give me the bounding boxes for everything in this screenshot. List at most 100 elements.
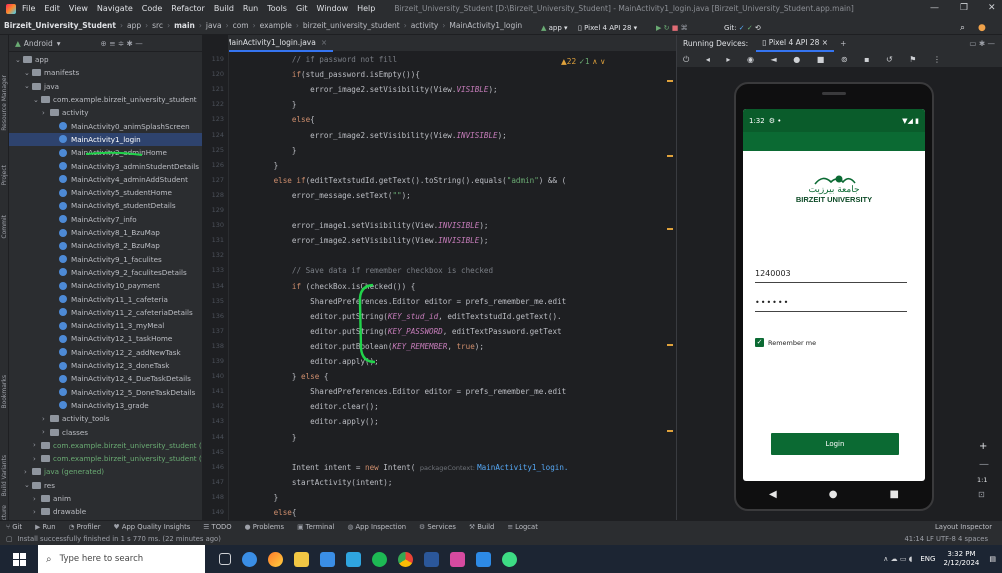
zoom-in-icon[interactable]: + bbox=[979, 441, 987, 452]
clock[interactable]: 3:32 PM 2/12/2024 bbox=[943, 550, 979, 568]
tool-window-services[interactable]: ⚙ Services bbox=[419, 523, 456, 531]
menu-item-window[interactable]: Window bbox=[317, 4, 349, 13]
folder-item[interactable]: › anim bbox=[9, 492, 202, 505]
class-file-item[interactable]: MainActivity11_1_cafeteria bbox=[9, 292, 202, 305]
class-file-item[interactable]: MainActivity11_3_myMeal bbox=[9, 319, 202, 332]
vscode-icon[interactable] bbox=[476, 551, 491, 567]
firefox-icon[interactable] bbox=[268, 551, 283, 567]
code-line[interactable]: if (checkBox.isChecked()) { bbox=[237, 282, 415, 291]
class-file-item[interactable]: MainActivity12_5_DoneTaskDetails bbox=[9, 386, 202, 399]
spotify-icon[interactable] bbox=[372, 551, 387, 567]
code-line[interactable]: editor.apply(); bbox=[237, 417, 379, 426]
tool-window-app-inspection[interactable]: ◍ App Inspection bbox=[347, 523, 406, 531]
folder-item[interactable]: › activity bbox=[9, 106, 202, 119]
menu-item-edit[interactable]: Edit bbox=[44, 4, 60, 13]
tool-window-app-quality-insights[interactable]: ♥ App Quality Insights bbox=[114, 523, 191, 531]
task-view-icon[interactable] bbox=[219, 553, 231, 565]
search-icon[interactable]: ⌕ bbox=[960, 21, 965, 34]
remember-me-checkbox[interactable]: ✓ Remember me bbox=[755, 338, 816, 347]
folder-item[interactable]: › com.example.birzeit_university_student … bbox=[9, 439, 202, 452]
layout-inspector[interactable]: Layout Inspector bbox=[935, 523, 992, 531]
windows-start-icon[interactable] bbox=[0, 545, 38, 573]
class-file-item[interactable]: MainActivity0_animSplashScreen bbox=[9, 120, 202, 133]
code-line[interactable]: } else { bbox=[237, 372, 329, 381]
inspection-widget[interactable]: ▲22 ✓1 ∧ ∨ bbox=[561, 57, 606, 66]
menu-item-build[interactable]: Build bbox=[214, 4, 234, 13]
menu-item-tools[interactable]: Tools bbox=[267, 4, 287, 13]
menu-item-code[interactable]: Code bbox=[142, 4, 162, 13]
folder-item[interactable]: › classes bbox=[9, 425, 202, 438]
chevron-icon[interactable]: › bbox=[33, 508, 41, 516]
tool-window-build[interactable]: ⚒ Build bbox=[469, 523, 494, 531]
tool-window-run[interactable]: ▶ Run bbox=[35, 523, 55, 531]
code-line[interactable]: SharedPreferences.Editor editor = prefs_… bbox=[237, 297, 566, 306]
class-file-item[interactable]: MainActivity9_2_faculitesDetails bbox=[9, 266, 202, 279]
run-config[interactable]: ▲ app ▾ bbox=[541, 21, 568, 34]
code-line[interactable]: } bbox=[237, 493, 279, 502]
breadcrumb-item[interactable]: MainActivity1_login bbox=[449, 21, 522, 30]
class-file-item[interactable]: MainActivity12_3_doneTask bbox=[9, 359, 202, 372]
code-line[interactable]: if(stud_password.isEmpty()){ bbox=[237, 70, 420, 79]
code-line[interactable]: editor.clear(); bbox=[237, 402, 379, 411]
menu-item-navigate[interactable]: Navigate bbox=[97, 4, 133, 13]
tool-window-todo[interactable]: ☰ TODO bbox=[203, 523, 231, 531]
class-file-item[interactable]: MainActivity6_studentDetails bbox=[9, 199, 202, 212]
fit-screen-icon[interactable]: ⊡ bbox=[978, 490, 985, 499]
class-file-item[interactable]: MainActivity5_studentHome bbox=[9, 186, 202, 199]
emulator-toolbar[interactable]: ⏻ ◂ ▸ ◉ ◄ ● ■ ⊚ ▪ ↺ ⚑ ⋮ bbox=[677, 52, 1002, 68]
class-file-item[interactable]: MainActivity8_2_BzuMap bbox=[9, 239, 202, 252]
class-file-item[interactable]: MainActivity11_2_cafeteriaDetails bbox=[9, 306, 202, 319]
breadcrumb-item[interactable]: main bbox=[174, 21, 195, 30]
code-line[interactable]: editor.putString(KEY_PASSWORD, editTextP… bbox=[237, 327, 561, 336]
tool-window-git[interactable]: ⑂ Git bbox=[6, 523, 22, 531]
code-line[interactable]: } bbox=[237, 146, 297, 155]
code-line[interactable]: } bbox=[237, 100, 297, 109]
edge-icon[interactable] bbox=[242, 551, 257, 567]
chevron-icon[interactable]: › bbox=[33, 495, 41, 503]
breadcrumb-item[interactable]: java bbox=[206, 21, 222, 30]
word-icon[interactable] bbox=[424, 551, 439, 567]
tool-strip-project[interactable]: Project bbox=[1, 165, 8, 186]
chevron-icon[interactable]: ⌄ bbox=[15, 56, 23, 64]
update-icon[interactable]: ● bbox=[978, 21, 986, 34]
chevron-icon[interactable]: ⌄ bbox=[24, 481, 32, 489]
tool-window-terminal[interactable]: ▣ Terminal bbox=[297, 523, 334, 531]
zoom-out-icon[interactable]: — bbox=[979, 459, 989, 470]
taskbar-search-input[interactable]: ⌕ Type here to search bbox=[38, 545, 205, 573]
breadcrumb-item[interactable]: example bbox=[260, 21, 292, 30]
code-line[interactable]: SharedPreferences.Editor editor = prefs_… bbox=[237, 387, 566, 396]
class-file-item[interactable]: MainActivity3_adminStudentDetails bbox=[9, 159, 202, 172]
close-icon[interactable]: ✕ bbox=[988, 3, 996, 13]
folder-item[interactable]: ⌄ app bbox=[9, 53, 202, 66]
menu-item-refactor[interactable]: Refactor bbox=[171, 4, 205, 13]
class-file-item[interactable]: MainActivity9_1_faculites bbox=[9, 253, 202, 266]
code-line[interactable]: else if(editTextstudId.getText().toStrin… bbox=[237, 176, 567, 185]
chevron-icon[interactable]: ⌄ bbox=[24, 82, 32, 90]
add-device-icon[interactable]: + bbox=[840, 39, 846, 48]
class-file-item[interactable]: MainActivity4_adminAddStudent bbox=[9, 173, 202, 186]
chevron-icon[interactable]: › bbox=[42, 428, 50, 436]
code-line[interactable]: error_image2.setVisibility(View.INVISIBL… bbox=[237, 131, 507, 140]
tool-strip-bookmarks[interactable]: Bookmarks bbox=[1, 375, 8, 409]
folder-item[interactable]: › java (generated) bbox=[9, 465, 202, 478]
class-file-item[interactable]: MainActivity8_1_BzuMap bbox=[9, 226, 202, 239]
code-line[interactable]: error_message.setText(""); bbox=[237, 191, 411, 200]
code-line[interactable]: error_image1.setVisibility(View.INVISIBL… bbox=[237, 221, 489, 230]
recents-icon[interactable]: ■ bbox=[890, 489, 899, 500]
device-tab[interactable]: ▯ Pixel 4 API 28 × bbox=[756, 35, 835, 52]
class-file-item[interactable]: MainActivity7_info bbox=[9, 213, 202, 226]
breadcrumb-item[interactable]: com bbox=[233, 21, 249, 30]
code-line[interactable]: } bbox=[237, 433, 297, 442]
code-line[interactable]: // Save data if remember checkbox is che… bbox=[237, 266, 493, 275]
chevron-icon[interactable]: › bbox=[42, 109, 50, 117]
chevron-icon[interactable]: › bbox=[33, 455, 41, 463]
chevron-icon[interactable]: › bbox=[24, 468, 32, 476]
zoom-1to1[interactable]: 1:1 bbox=[977, 476, 987, 484]
code-line[interactable]: } bbox=[237, 161, 279, 170]
code-editor[interactable]: // if password not fill if(stud_password… bbox=[229, 52, 676, 520]
code-line[interactable]: startActivity(intent); bbox=[237, 478, 393, 487]
tool-strip-build-variants[interactable]: Build Variants bbox=[1, 455, 8, 496]
app-icon[interactable] bbox=[450, 551, 465, 567]
chevron-icon[interactable]: ⌄ bbox=[33, 96, 41, 104]
chevron-icon[interactable]: › bbox=[33, 441, 41, 449]
